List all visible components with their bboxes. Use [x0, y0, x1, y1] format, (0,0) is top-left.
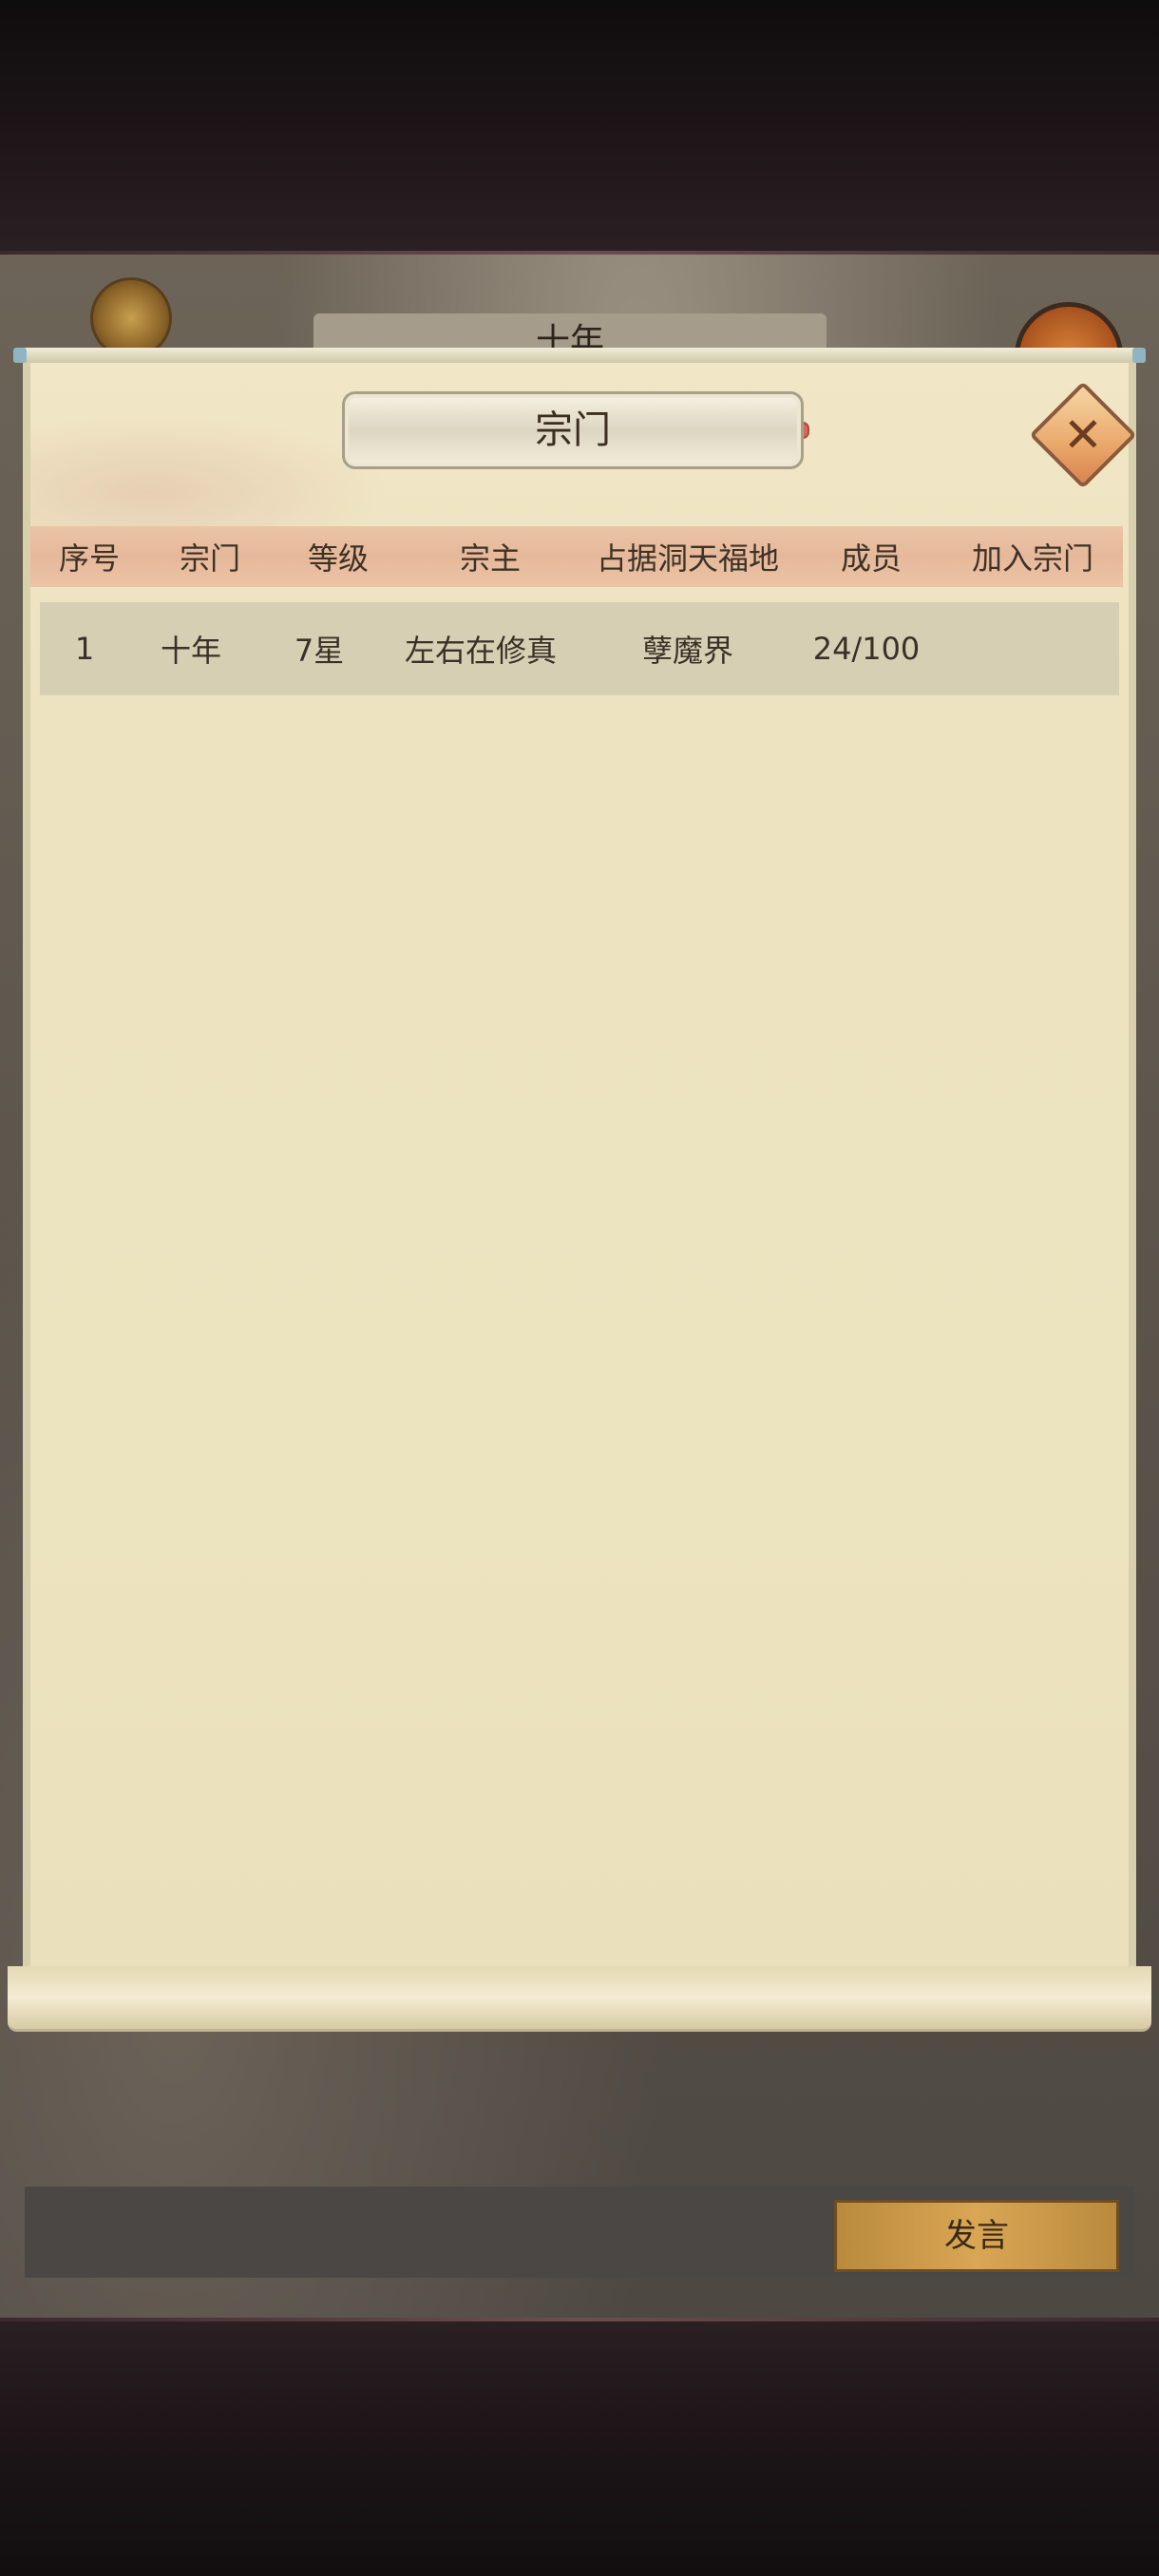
table-header: 序号 宗门 等级 宗主 占据洞天福地 成员 加入宗门	[30, 526, 1123, 587]
scroll-bottom-roll	[8, 1966, 1151, 2032]
row-index: 1	[74, 631, 95, 667]
top-letterbox	[0, 0, 1159, 255]
row-members: 24/100	[812, 631, 921, 667]
close-icon[interactable]: ✕	[1045, 397, 1121, 473]
row-territory: 孽魔界	[641, 633, 733, 669]
scroll-rod	[13, 348, 1146, 363]
table-row[interactable]: 1 十年 7星 左右在修真 孽魔界 24/100	[40, 602, 1119, 695]
column-header-territory: 占据洞天福地	[596, 540, 779, 577]
column-header-leader: 宗主	[459, 540, 521, 577]
column-header-join: 加入宗门	[971, 540, 1093, 577]
column-header-members: 成员	[840, 540, 902, 577]
bottom-letterbox	[0, 2318, 1159, 2576]
row-sect-name: 十年	[160, 633, 221, 669]
row-level: 7星	[294, 633, 345, 669]
dialog-title: 宗门	[342, 391, 804, 469]
row-leader: 左右在修真	[404, 633, 557, 669]
chat-input[interactable]	[25, 2187, 823, 2278]
column-header-level: 等级	[307, 540, 369, 577]
column-header-sect: 宗门	[179, 540, 240, 577]
send-button[interactable]: 发言	[834, 2200, 1119, 2272]
column-header-index: 序号	[58, 540, 120, 577]
row-join-action[interactable]	[933, 602, 1119, 695]
